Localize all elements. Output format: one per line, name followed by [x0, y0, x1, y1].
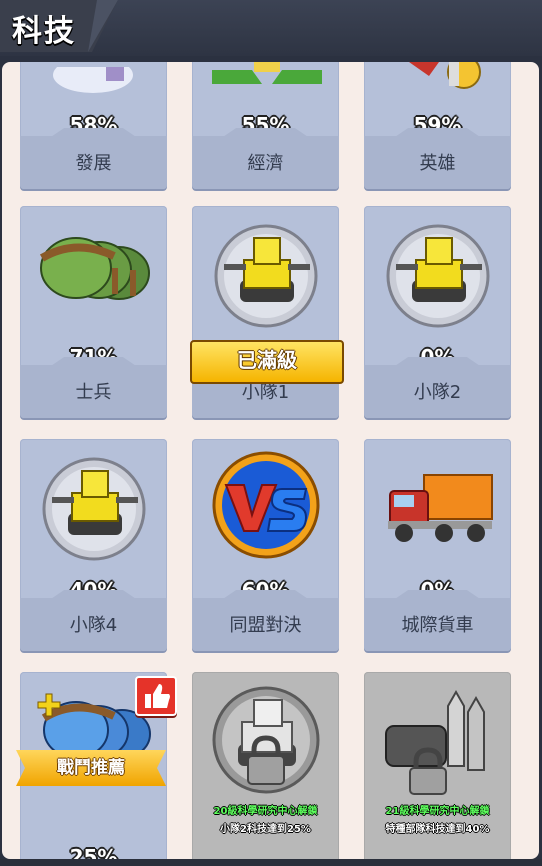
requirement-text: 小隊2科技達到25% — [220, 824, 311, 835]
tech-card-hero[interactable]: 59% 英雄 — [364, 62, 511, 189]
tech-card-soldier[interactable]: 71% 士兵 — [20, 206, 167, 418]
tank-icon — [214, 224, 318, 328]
tech-card-locked-2[interactable]: 21級科學研究中心解鎖 特種部隊科技達到40% — [364, 672, 511, 859]
tech-card-squad2[interactable]: 0% 小隊2 — [364, 206, 511, 418]
economy-icon — [212, 62, 322, 84]
card-name: 發展 — [75, 153, 112, 174]
card-name: 經濟 — [247, 153, 284, 174]
thumbs-up-icon — [135, 676, 177, 716]
tech-card-alliance-duel[interactable]: 60% 同盟對決 — [192, 439, 339, 651]
unlock-condition: 21級科學研究中心解鎖 — [385, 806, 490, 817]
tech-card-locked-1[interactable]: 20級科學研究中心解鎖 小隊2科技達到25% — [192, 672, 339, 859]
tech-card-economy[interactable]: 55% 經濟 — [192, 62, 339, 189]
card-name: 小隊4 — [69, 615, 118, 636]
unlock-condition: 20級科學研究中心解鎖 — [213, 806, 318, 817]
battle-recommend-ribbon: 戰鬥推薦 — [16, 750, 166, 786]
hero-icon — [409, 62, 481, 89]
tank-icon — [386, 224, 490, 328]
soldier-helmet-icon — [39, 237, 150, 300]
bottom-strip — [0, 859, 542, 866]
tech-card-squad1[interactable]: 小隊1 — [192, 206, 339, 418]
tank-icon — [42, 457, 146, 561]
card-name: 英雄 — [419, 153, 456, 174]
vs-icon — [212, 451, 320, 559]
tech-panel: 58% 發展 55% 經濟 59% 英雄 71 — [2, 62, 539, 859]
card-name: 同盟對決 — [229, 615, 302, 636]
locked-tank-icon — [212, 686, 320, 794]
page-title: 科技 — [12, 14, 76, 49]
card-name: 士兵 — [75, 382, 112, 403]
percent-label: 25% — [69, 845, 118, 859]
development-icon — [53, 67, 133, 93]
card-name: 城際貨車 — [401, 615, 474, 636]
max-level-banner: 已滿級 — [190, 340, 344, 384]
requirement-text: 特種部隊科技達到40% — [385, 824, 490, 835]
card-name: 小隊2 — [413, 382, 462, 403]
tech-card-development[interactable]: 58% 發展 — [20, 62, 167, 189]
tech-card-intercity-truck[interactable]: 0% 城際貨車 — [364, 439, 511, 651]
locked-missile-icon — [385, 689, 485, 795]
truck-icon — [388, 474, 493, 542]
tech-card-squad4[interactable]: 40% 小隊4 — [20, 439, 167, 651]
